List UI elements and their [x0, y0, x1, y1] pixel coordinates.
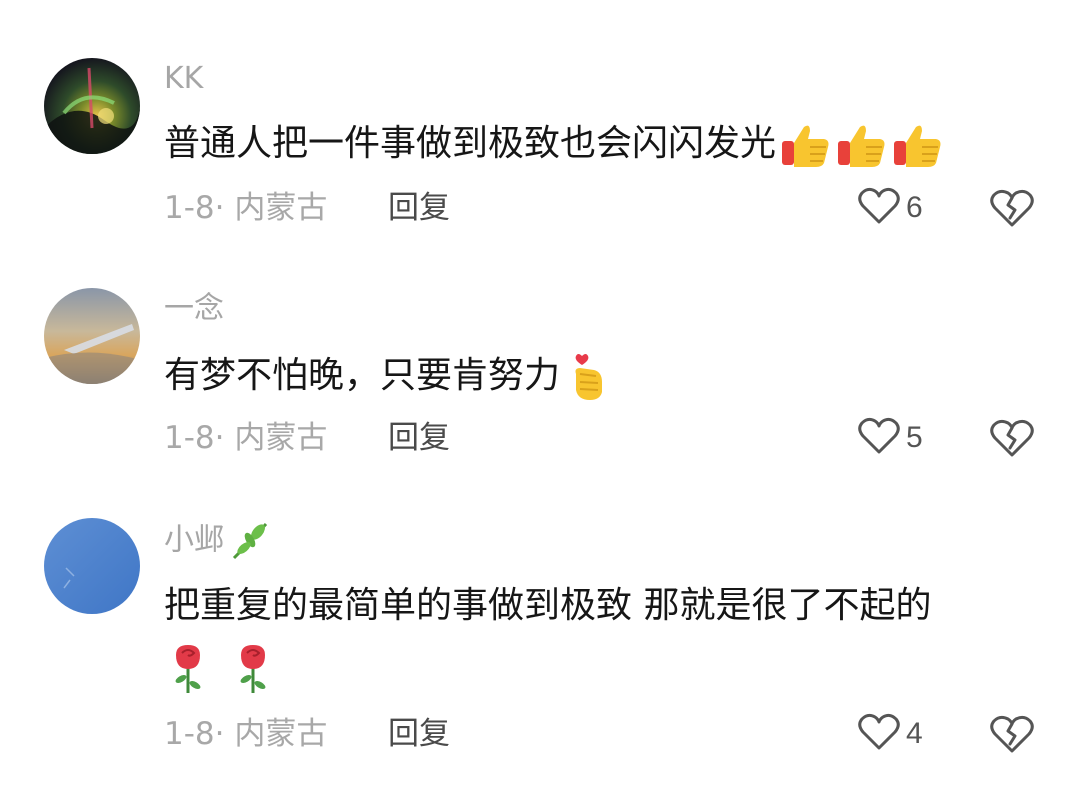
username[interactable]: 一念: [164, 291, 224, 327]
heart-outline-icon: [858, 417, 900, 459]
reply-button[interactable]: 回复: [388, 188, 450, 228]
heart-outline-icon: [858, 713, 900, 755]
comment-text: 普通人把一件事做到极致也会闪闪发光: [164, 120, 944, 169]
comment-item: KK 普通人把一件事做到极致也会闪闪发光 1-8· 内蒙古 回复 6: [0, 0, 1080, 250]
like-button[interactable]: 6: [858, 187, 923, 229]
reply-button[interactable]: 回复: [388, 418, 450, 458]
reply-button[interactable]: 回复: [388, 714, 450, 754]
finger-heart-icon: [568, 352, 608, 402]
comment-text-content: 有梦不怕晚，只要肯努力: [164, 355, 561, 396]
comment-meta: 1-8· 内蒙古: [164, 420, 328, 456]
avatar[interactable]: [44, 58, 140, 154]
like-count: 5: [906, 421, 923, 454]
thumbs-up-icon: [836, 121, 888, 169]
comment-text: 把重复的最简单的事做到极致 那就是很了不起的: [164, 585, 932, 626]
username-text: 小邺: [164, 522, 224, 558]
like-button[interactable]: 4: [858, 713, 923, 755]
comment-meta: 1-8· 内蒙古: [164, 716, 328, 752]
heart-outline-icon: [858, 187, 900, 229]
comment-text: 有梦不怕晚，只要肯努力: [164, 352, 608, 402]
thumbs-up-icon: [780, 121, 832, 169]
like-button[interactable]: 5: [858, 417, 923, 459]
broken-heart-icon[interactable]: [990, 714, 1034, 754]
rose-icon: [233, 643, 273, 695]
comment-text-content: 普通人把一件事做到极致也会闪闪发光: [164, 123, 777, 164]
thumbs-up-icon: [892, 121, 944, 169]
comment-item: 小邺 把重复的最简单的事做到极致 那就是很了不起的 1-8· 内蒙古 回复 4: [0, 500, 1080, 786]
avatar[interactable]: [44, 288, 140, 384]
broken-heart-icon[interactable]: [990, 188, 1034, 228]
comment-meta: 1-8· 内蒙古: [164, 190, 328, 226]
rose-icon: [168, 643, 208, 695]
like-count: 4: [906, 717, 923, 750]
comment-emoji-line: [168, 643, 273, 695]
herb-icon: [230, 522, 270, 560]
comment-item: 一念 有梦不怕晚，只要肯努力 1-8· 内蒙古 回复 5: [0, 250, 1080, 500]
username[interactable]: KK: [164, 61, 203, 97]
username[interactable]: 小邺: [164, 522, 270, 560]
avatar[interactable]: [44, 518, 140, 614]
like-count: 6: [906, 191, 923, 224]
broken-heart-icon[interactable]: [990, 418, 1034, 458]
